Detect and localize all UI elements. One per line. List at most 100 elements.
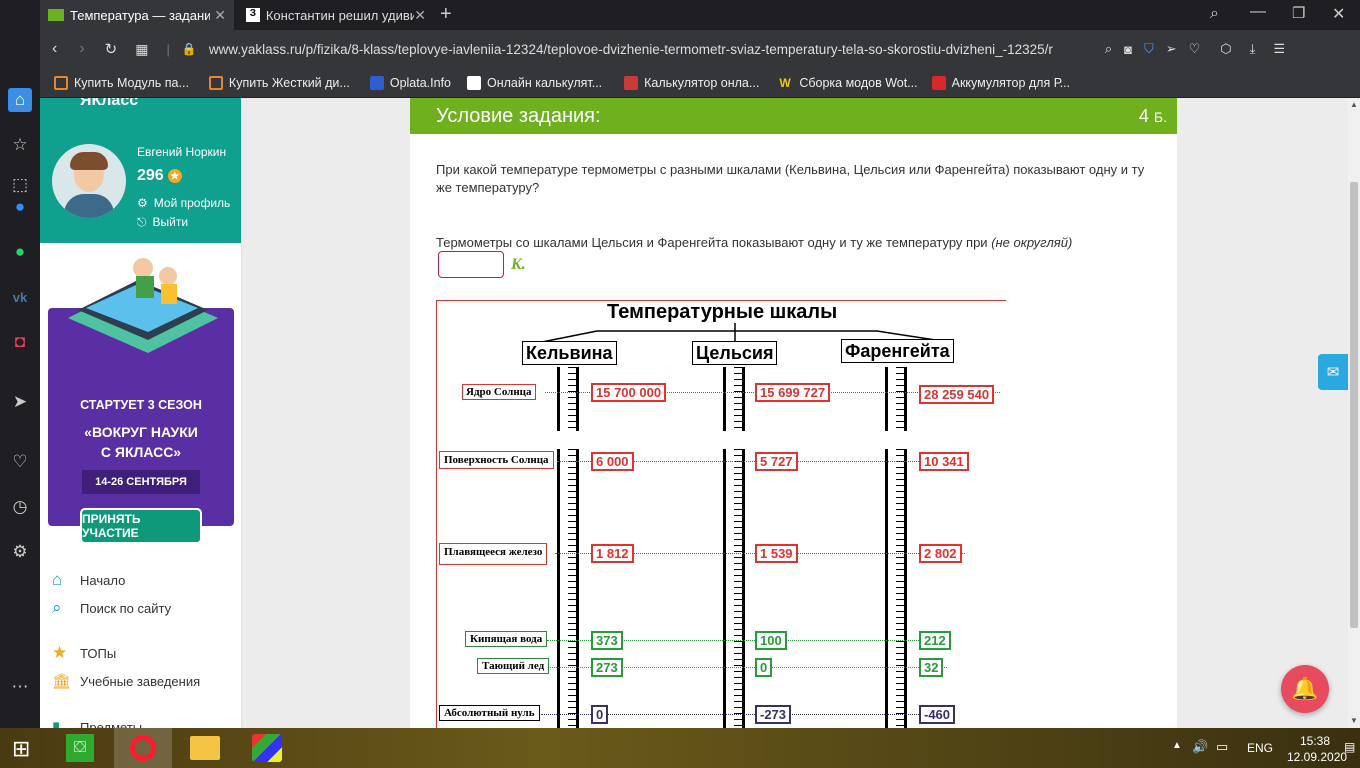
- notifications-button[interactable]: 🔔: [1281, 665, 1329, 713]
- scroll-up-icon[interactable]: ▲: [1350, 100, 1358, 109]
- bell-icon: 🔔: [1291, 676, 1319, 701]
- notification-center-icon[interactable]: ▤: [1344, 740, 1355, 754]
- heart-icon[interactable]: ♡: [8, 450, 32, 474]
- row-label: Ядро Солнца: [462, 384, 536, 400]
- nav-item-search[interactable]: ⌕ Поиск по сайту: [52, 598, 171, 618]
- history-icon[interactable]: ◷: [8, 495, 32, 519]
- nav-item-home[interactable]: ⌂ Начало: [52, 570, 125, 590]
- bookmark-item[interactable]: W Сборка модов Wot...: [779, 76, 917, 90]
- messenger-icon[interactable]: ●: [8, 195, 32, 219]
- opera-taskbar-button[interactable]: [114, 728, 172, 768]
- bookmark-item[interactable]: Купить Модуль па...: [54, 75, 189, 90]
- forward-icon[interactable]: ›: [79, 40, 84, 58]
- store-icon[interactable]: ⛋: [66, 734, 94, 762]
- new-tab-button[interactable]: +: [440, 3, 452, 26]
- bookmark-item[interactable]: Калькулятор онла...: [624, 75, 759, 90]
- flow-icon[interactable]: ⬚: [8, 173, 32, 197]
- feedback-mail-button[interactable]: ✉: [1318, 354, 1348, 390]
- more-icon[interactable]: ⋯: [8, 675, 32, 699]
- windows-start-icon[interactable]: ⊞: [12, 736, 30, 762]
- bookmarks-icon[interactable]: ☆: [8, 133, 32, 157]
- bookmark-label: Купить Модуль па...: [74, 75, 189, 90]
- adblock-icon[interactable]: ⛉: [1144, 41, 1154, 57]
- volume-icon[interactable]: 🔊: [1192, 739, 1208, 755]
- search-icon[interactable]: ⌕: [1105, 41, 1112, 57]
- nav-item-tops[interactable]: ★ ТОПы: [52, 643, 116, 663]
- answer-input[interactable]: [438, 251, 504, 278]
- bookmark-item[interactable]: Онлайн калькулят...: [467, 75, 602, 90]
- bookmark-item[interactable]: Купить Жесткий ди...: [208, 75, 350, 90]
- restore-icon[interactable]: ❐: [1292, 4, 1305, 22]
- value-fahrenheit: 32: [919, 658, 944, 677]
- extensions-icon[interactable]: ⬡: [1220, 41, 1231, 57]
- file-explorer-icon[interactable]: [190, 736, 220, 760]
- close-tab-icon[interactable]: ✕: [414, 7, 426, 24]
- scrollbar-thumb[interactable]: [1350, 182, 1358, 628]
- bookmark-item[interactable]: Oplata.Info: [369, 75, 451, 90]
- tab-konstantin[interactable]: З Константин решил удивит ✕: [238, 0, 434, 30]
- value-kelvin: 273: [591, 658, 623, 677]
- nav-label: Начало: [80, 572, 126, 588]
- minimize-icon[interactable]: —: [1250, 3, 1266, 21]
- scroll-down-icon[interactable]: ▼: [1350, 716, 1358, 725]
- bookmark-icon: [624, 75, 639, 90]
- kelvin-scale-top: [557, 367, 579, 431]
- value-celsius: 5 727: [755, 452, 798, 471]
- value-celsius: 1 539: [755, 544, 798, 563]
- back-icon[interactable]: ‹: [52, 40, 57, 58]
- lock-icon: 🔒: [181, 42, 197, 56]
- clock-time[interactable]: 15:38: [1300, 734, 1330, 748]
- send-icon[interactable]: ➤: [8, 390, 32, 414]
- building-icon: 🏛: [52, 673, 72, 690]
- favorite-icon[interactable]: ♡: [1189, 41, 1201, 57]
- row-label: Тающий лед: [477, 658, 550, 674]
- task-score: 4 Б.: [1139, 106, 1167, 127]
- vk-icon[interactable]: vk: [8, 285, 32, 309]
- tab-temperature[interactable]: Температура — задание. ( ✕: [40, 0, 234, 30]
- star-icon: ★: [52, 643, 68, 662]
- bookmark-item[interactable]: Аккумулятор для Р...: [931, 75, 1070, 90]
- download-icon[interactable]: ⤓: [1250, 41, 1256, 57]
- temperature-scales-figure: Температурные шкалы Кельвина Цельсия Фар…: [436, 300, 1006, 728]
- clock-date[interactable]: 12.09.2020: [1287, 750, 1347, 764]
- speed-dial-icon[interactable]: ⌂: [8, 88, 32, 112]
- fahrenheit-scale-top: [885, 367, 907, 431]
- site-logo[interactable]: ЯКласс: [80, 98, 138, 110]
- nav-item-schools[interactable]: 🏛 Учебные заведения: [52, 672, 200, 690]
- reload-icon[interactable]: ↻: [105, 40, 118, 58]
- separator: |: [166, 41, 170, 57]
- value-kelvin: 6 000: [591, 452, 634, 471]
- row-label: Кипящая вода: [465, 631, 548, 647]
- whatsapp-icon[interactable]: ●: [8, 240, 32, 264]
- value-fahrenheit: 2 802: [919, 544, 962, 563]
- value-fahrenheit: 10 341: [919, 452, 969, 471]
- tray-expand-icon[interactable]: ▲: [1172, 740, 1182, 751]
- url-field[interactable]: www.yaklass.ru/p/fizika/8-klass/teplovye…: [209, 42, 1095, 57]
- rubik-app-icon[interactable]: [252, 734, 282, 762]
- page-scrollbar[interactable]: ▲ ▼: [1348, 98, 1360, 728]
- search-tabs-icon[interactable]: ⌕: [1210, 5, 1219, 23]
- nav-label: Поиск по сайту: [80, 600, 172, 616]
- search-icon: ⌕: [52, 598, 62, 617]
- send-page-icon[interactable]: ➢: [1166, 41, 1177, 57]
- row-label: Абсолютный нуль: [439, 705, 540, 721]
- value-celsius: 0: [755, 658, 773, 677]
- join-button[interactable]: ПРИНЯТЬ УЧАСТИЕ: [80, 508, 202, 544]
- instagram-icon[interactable]: ◘: [8, 330, 32, 354]
- scale-header-kelvin: Кельвина: [522, 341, 617, 365]
- menu-icon[interactable]: ☰: [1273, 41, 1285, 57]
- value-fahrenheit: -460: [919, 705, 956, 724]
- value-celsius: -273: [755, 705, 792, 724]
- close-window-icon[interactable]: ✕: [1332, 4, 1345, 24]
- tabs-grid-icon[interactable]: ▦: [135, 41, 148, 58]
- settings-icon[interactable]: ⚙: [8, 540, 32, 564]
- camera-icon[interactable]: ◙: [1124, 42, 1132, 57]
- close-tab-icon[interactable]: ✕: [214, 7, 226, 24]
- value-fahrenheit: 28 259 540: [919, 385, 995, 404]
- network-icon[interactable]: ▭: [1216, 739, 1228, 755]
- prompt-hint: (не округляй): [991, 235, 1073, 250]
- tab-label: Константин решил удивит: [265, 7, 415, 23]
- language-indicator[interactable]: ENG: [1247, 741, 1273, 755]
- nav-item-subjects[interactable]: ▮ Предметы: [52, 718, 142, 728]
- nav-label: Предметы: [80, 719, 143, 729]
